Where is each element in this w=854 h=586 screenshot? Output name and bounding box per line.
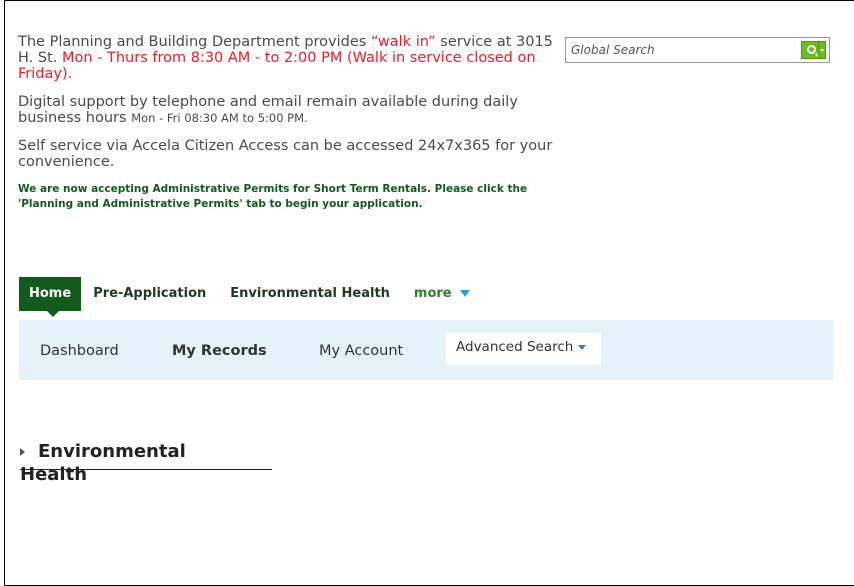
global-search-input[interactable] [571, 39, 786, 61]
digital-support-notice: Digital support by telephone and email r… [18, 94, 558, 126]
search-icon [807, 45, 816, 54]
subnav-dashboard[interactable]: Dashboard [40, 320, 119, 380]
global-search [565, 37, 830, 63]
advanced-search-label: Advanced Search [456, 339, 574, 355]
notice-text: The Planning and Building Department pro… [18, 34, 371, 50]
subnav-my-account[interactable]: My Account [319, 320, 403, 380]
self-service-notice: Self service via Accela Citizen Access c… [18, 138, 553, 170]
tab-environmental-health[interactable]: Environmental Health [218, 277, 402, 311]
section-title-line1: Environmental [38, 441, 186, 462]
expand-arrow-icon[interactable] [20, 448, 25, 456]
tab-pre-application[interactable]: Pre-Application [81, 277, 218, 311]
tab-more-label: more [413, 286, 452, 301]
caret-down-icon [459, 290, 470, 297]
walk-in-hours: Mon - Thurs from 8:30 AM - to 2:00 PM (W… [18, 50, 536, 82]
short-term-rental-notice: We are now accepting Administrative Perm… [18, 183, 528, 210]
sub-navigation: Dashboard My Records My Account Advanced… [19, 320, 833, 380]
tab-home[interactable]: Home [19, 277, 82, 317]
business-hours: Mon - Fri 08:30 AM to 5:00 PM. [131, 111, 308, 125]
section-title-line2: Health [20, 464, 88, 485]
subnav-my-records[interactable]: My Records [172, 320, 267, 380]
search-button[interactable] [801, 41, 826, 59]
main-tabs: Home Pre-Application Environmental Healt… [19, 277, 482, 317]
announcement: The Planning and Building Department pro… [18, 34, 558, 212]
caret-down-icon [578, 344, 587, 350]
chevron-down-icon[interactable] [818, 42, 825, 58]
section-divider [20, 469, 272, 470]
advanced-search-dropdown[interactable]: Advanced Search [446, 333, 601, 365]
walk-in-label: “walk in” [370, 34, 436, 50]
tab-more[interactable]: more [402, 277, 482, 311]
walk-in-notice: The Planning and Building Department pro… [18, 34, 558, 82]
